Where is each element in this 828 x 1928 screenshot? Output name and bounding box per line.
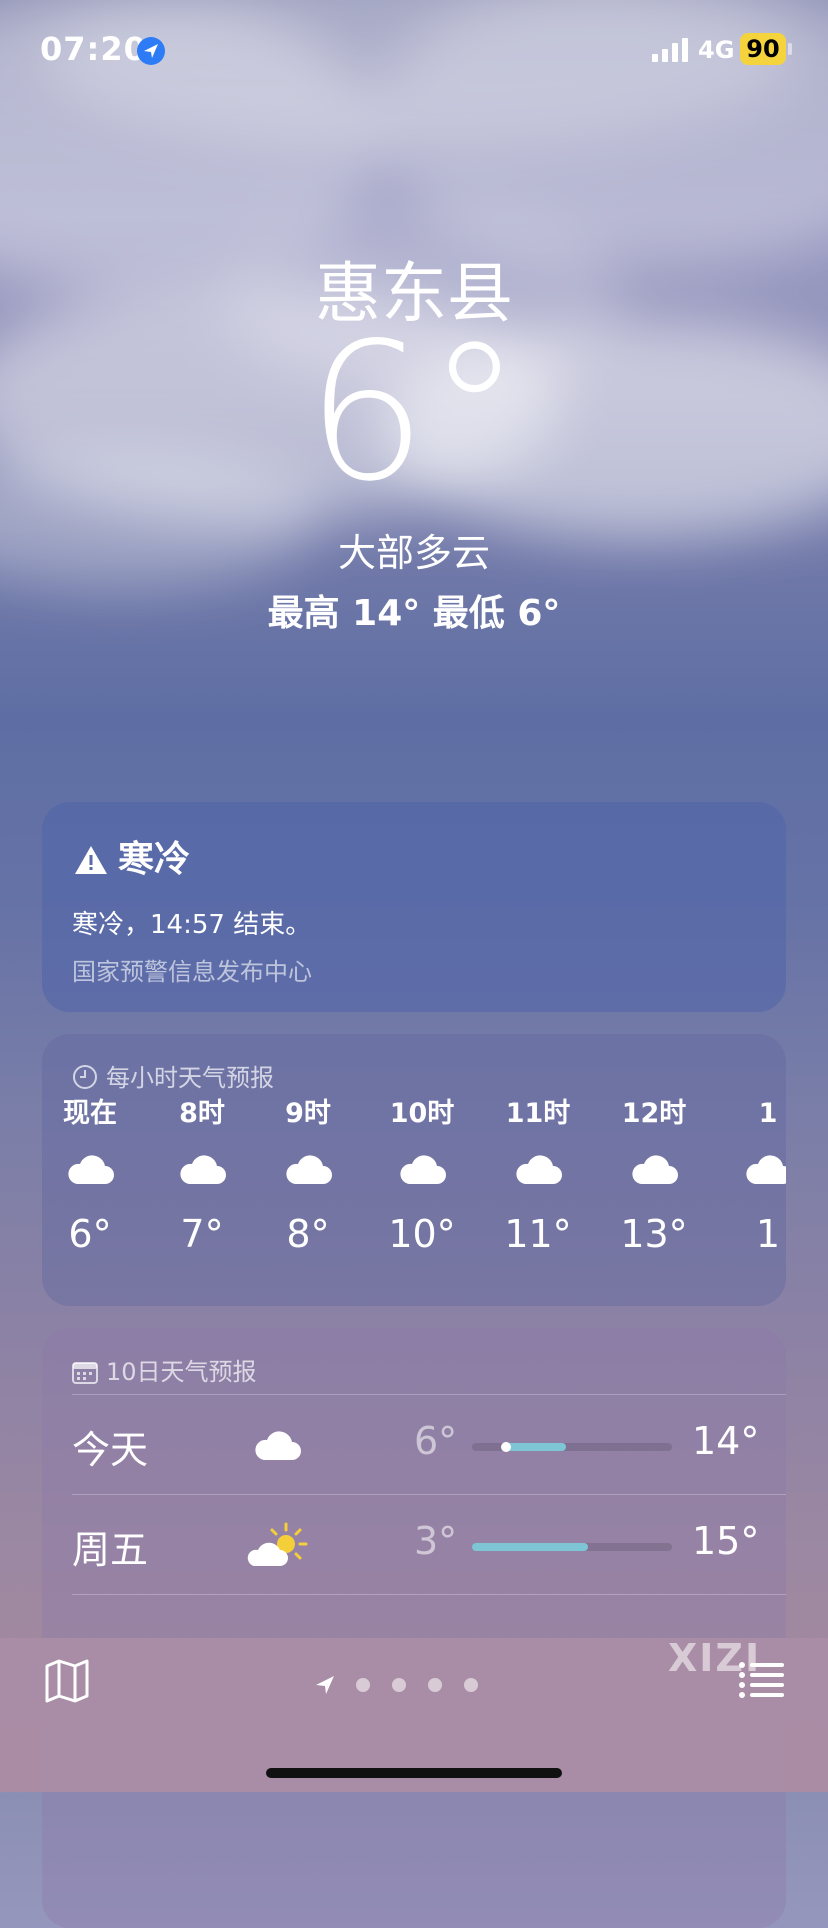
current-temperature: 6° [306, 302, 522, 523]
current-temp-dot [501, 1442, 511, 1452]
page-dot[interactable] [356, 1678, 370, 1692]
day-name: 今天 [72, 1428, 149, 1472]
weather-condition: 大部多云 [337, 531, 490, 575]
hourly-item: 9时 8° [253, 1094, 363, 1264]
hour-temperature: 11° [504, 1212, 572, 1256]
alert-title: 寒冷 [118, 839, 191, 880]
hour-temperature: 10° [388, 1212, 456, 1256]
network-type: 4G [698, 36, 735, 64]
temperature-range-fill [506, 1443, 566, 1451]
cloud-icon [242, 1415, 312, 1475]
day-name: 周五 [72, 1528, 149, 1572]
hourly-item: 8时 7° [147, 1094, 257, 1264]
hourly-item: 12时 13° [599, 1094, 709, 1264]
row-divider [72, 1594, 786, 1595]
hourly-list[interactable]: 现在 6° 8时 7° 9时 8° 10时 10° 11时 11° 12时 13° 1 1 [42, 1094, 786, 1294]
cloud-icon [599, 1134, 709, 1204]
hour-label: 1 [758, 1098, 778, 1129]
hourly-header-text: 每小时天气预报 [106, 1064, 274, 1092]
day-low: 3° [414, 1519, 458, 1563]
daily-row[interactable]: 周五 3° 15° [42, 1495, 786, 1595]
status-time: 07:20 [40, 30, 147, 68]
alert-body: 寒冷，14:57 结束。 [72, 910, 312, 940]
hour-label: 11时 [505, 1098, 571, 1129]
alert-source: 国家预警信息发布中心 [72, 958, 312, 986]
hour-temperature: 8° [286, 1212, 330, 1256]
hour-label: 10时 [389, 1098, 455, 1129]
weather-alert-card[interactable]: 寒冷 寒冷，14:57 结束。 国家预警信息发布中心 [42, 802, 786, 1012]
hourly-forecast-card[interactable]: 每小时天气预报 现在 6° 8时 7° 9时 8° 10时 10° 11时 11° 12时 13° 1 1 [42, 1034, 786, 1306]
hourly-item: 10时 10° [367, 1094, 477, 1264]
hour-label: 8时 [179, 1098, 225, 1129]
cloud-icon [42, 1134, 145, 1204]
clock-icon [73, 1065, 97, 1089]
cloud-icon [483, 1134, 593, 1204]
hour-temperature: 7° [180, 1212, 224, 1256]
daily-header: 10日天气预报 [72, 1352, 257, 1387]
hour-temperature: 1 [755, 1212, 781, 1256]
battery-icon [788, 43, 792, 55]
partly-sunny-icon [242, 1515, 312, 1575]
day-high: 14° [692, 1419, 760, 1463]
signal-bars-icon [652, 38, 688, 62]
location-arrow-icon [137, 37, 165, 65]
battery-level: 90 [740, 33, 786, 65]
hour-label: 9时 [285, 1098, 331, 1129]
cloud-icon [253, 1134, 363, 1204]
warning-icon [75, 846, 107, 874]
map-icon[interactable] [44, 1658, 90, 1704]
page-dot[interactable] [392, 1678, 406, 1692]
temperature-range-bar [472, 1442, 672, 1452]
cloud-icon [367, 1134, 477, 1204]
cloud-icon [147, 1134, 257, 1204]
daily-header-text: 10日天气预报 [106, 1358, 257, 1386]
daily-row[interactable]: 今天 6° 14° [42, 1395, 786, 1495]
high-low-temperature: 最高 14° 最低 6° [267, 593, 561, 634]
temperature-range-fill [472, 1543, 588, 1551]
hour-label: 现在 [63, 1098, 117, 1129]
page-dot[interactable] [464, 1678, 478, 1692]
hourly-item: 现在 6° [42, 1094, 145, 1264]
hourly-header: 每小时天气预报 [72, 1058, 274, 1093]
hour-temperature: 13° [620, 1212, 688, 1256]
status-bar: 07:20 4G 90 [0, 0, 828, 100]
list-icon[interactable] [738, 1660, 784, 1700]
current-location-indicator-icon[interactable] [314, 1674, 336, 1696]
hour-temperature: 6° [68, 1212, 112, 1256]
page-dot[interactable] [428, 1678, 442, 1692]
temperature-range-bar [472, 1543, 672, 1551]
alert-title-row: 寒冷 [74, 830, 190, 882]
daily-forecast-card[interactable]: 10日天气预报 今天 6° 14° 周五 3° 15° [42, 1328, 786, 1928]
home-indicator [266, 1768, 562, 1778]
cloud-icon [713, 1134, 786, 1204]
day-high: 15° [692, 1519, 760, 1563]
calendar-icon [72, 1362, 98, 1384]
day-low: 6° [414, 1419, 458, 1463]
hour-label: 12时 [621, 1098, 687, 1129]
hourly-item: 11时 11° [483, 1094, 593, 1264]
hourly-item: 11 [713, 1094, 786, 1264]
bottom-toolbar: XIZI [0, 1636, 828, 1792]
